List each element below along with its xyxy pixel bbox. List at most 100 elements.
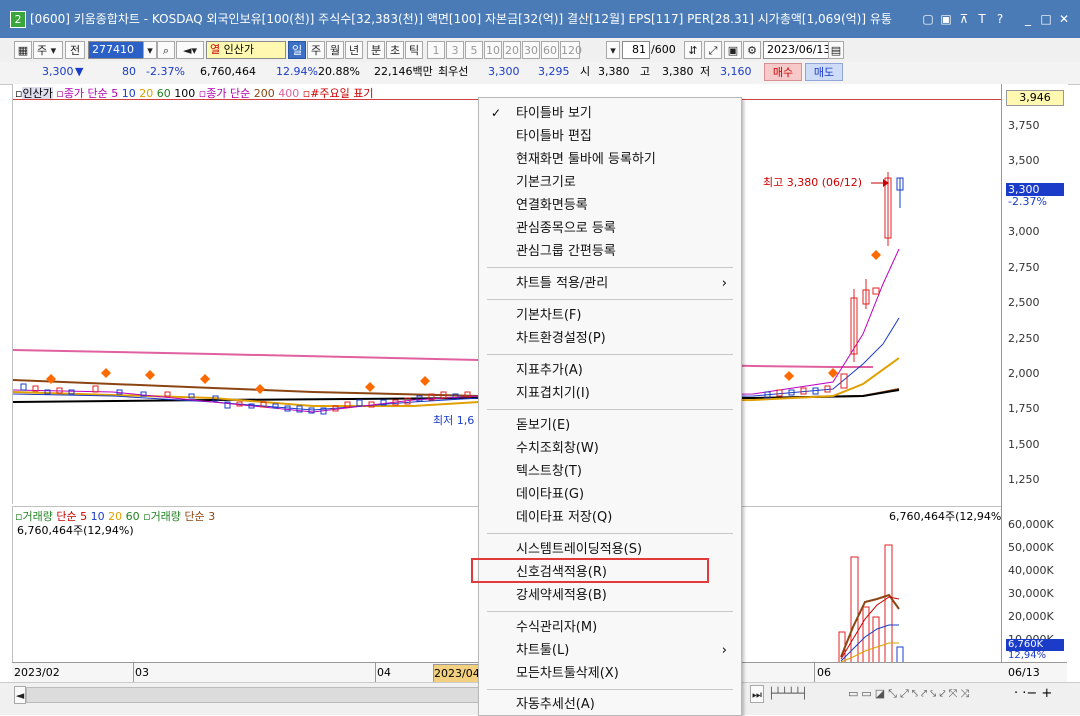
menu-item-add-indicator[interactable]: 지표추가(A) — [516, 363, 583, 379]
window-tool-icon[interactable]: ▢ — [920, 11, 936, 27]
period-day-tab[interactable]: 일 — [288, 41, 306, 59]
maximize-button[interactable]: □ — [1038, 11, 1054, 27]
period-minute-tab[interactable]: 분 — [367, 41, 385, 59]
menu-item-value-window[interactable]: 수치조회창(W) — [516, 441, 599, 457]
high-price: 3,380 — [662, 65, 694, 78]
menu-item-text-window[interactable]: 텍스트창(T) — [516, 464, 582, 480]
low-price: 3,160 — [720, 65, 752, 78]
x-label: 06/13 — [1008, 666, 1040, 679]
buy-button[interactable]: 매수 — [764, 63, 802, 81]
best-bid: 3,295 — [538, 65, 570, 78]
key-day-markers — [46, 250, 881, 394]
layout-icon[interactable]: ▦ — [14, 41, 32, 59]
sell-button[interactable]: 매도 — [805, 63, 843, 81]
calendar-icon[interactable]: ▤ — [828, 41, 844, 59]
quote-bar: 3,300 ▼ 80 -2.37% 6,760,464 12.94% 20.88… — [0, 62, 1080, 85]
interval-30[interactable]: 30 — [522, 41, 540, 59]
data-count-total: /600 — [651, 43, 676, 56]
vol-tick: 20,000K — [1008, 610, 1054, 623]
minimize-button[interactable]: _ — [1020, 11, 1036, 27]
market-select[interactable]: 주 ▾ — [33, 41, 63, 59]
scroll-left-button[interactable]: ◄ — [14, 686, 26, 704]
volume-pct-2: 20.88% — [318, 65, 360, 78]
pin-icon[interactable]: ⊼ — [956, 11, 972, 27]
period-year-tab[interactable]: 년 — [345, 41, 363, 59]
period-second-tab[interactable]: 초 — [386, 41, 404, 59]
all-button[interactable]: 전 — [65, 41, 85, 59]
help-icon[interactable]: ? — [992, 11, 1008, 27]
menu-item-register-toolbar[interactable]: 현재화면 툴바에 등록하기 — [516, 152, 656, 168]
menu-item-strength[interactable]: 강세약세적용(B) — [516, 588, 607, 604]
vol-tick: 30,000K — [1008, 587, 1054, 600]
period-month-tab[interactable]: 월 — [326, 41, 344, 59]
menu-item-add-watchlist[interactable]: 관심종목으로 등록 — [516, 221, 616, 237]
ma-5-line — [13, 248, 900, 413]
open-label: 시 — [580, 65, 591, 78]
menu-item-basic-chart[interactable]: 기본차트(F) — [516, 308, 581, 324]
code-dropdown-icon[interactable]: ▾ — [143, 41, 157, 59]
menu-item-show-titlebar[interactable]: 타이틀바 보기 — [516, 106, 592, 122]
period-tick-tab[interactable]: 틱 — [405, 41, 423, 59]
current-price: 3,300 — [42, 65, 74, 78]
sound-icon[interactable]: ◄▾ — [176, 41, 204, 59]
open-price: 3,380 — [598, 65, 630, 78]
menu-item-link-screen[interactable]: 연결화면등록 — [516, 198, 588, 214]
interval-60[interactable]: 60 — [541, 41, 559, 59]
y-tick: 2,500 — [1008, 296, 1040, 309]
y-tick: 3,000 — [1008, 225, 1040, 238]
menu-item-magnifier[interactable]: 돋보기(E) — [516, 418, 570, 434]
menu-item-auto-trendline[interactable]: 자동추세선(A) — [516, 697, 595, 713]
y-tick: 3,750 — [1008, 119, 1040, 132]
menu-item-save-data-table[interactable]: 데이타표 저장(Q) — [516, 510, 612, 526]
menu-separator — [487, 299, 733, 300]
date-input[interactable]: 2023/06/13 — [763, 41, 830, 59]
best-ask: 3,300 — [488, 65, 520, 78]
menu-item-system-trading[interactable]: 시스템트레이딩적용(S) — [516, 542, 642, 558]
font-icon[interactable]: T — [974, 11, 990, 27]
data-count-input[interactable]: 81 — [622, 41, 650, 59]
period-week-tab[interactable]: 주 — [307, 41, 325, 59]
menu-item-default-size[interactable]: 기본크기로 — [516, 175, 576, 191]
interval-5[interactable]: 5 — [465, 41, 483, 59]
save-icon[interactable]: ▣ — [724, 41, 742, 59]
code-input[interactable]: 277410 — [88, 41, 144, 59]
zoom-controls[interactable]: · ·− + — [1014, 685, 1052, 703]
x-label: 03 — [135, 666, 149, 679]
high-label: 고 — [640, 65, 651, 78]
vol-tick: 60,000K — [1008, 518, 1054, 531]
gear-icon[interactable]: ⚙ — [743, 41, 761, 59]
interval-20[interactable]: 20 — [503, 41, 521, 59]
scroll-end-button[interactable]: ⏭ — [750, 685, 764, 703]
candle-type-icon[interactable]: ⇵ — [684, 41, 702, 59]
close-button[interactable]: ✕ — [1056, 11, 1072, 27]
context-menu: ✓ 타이틀바 보기 타이틀바 편집 현재화면 툴바에 등록하기 기본크기로 연결… — [478, 97, 742, 716]
low-annotation: 최저 1,6 — [433, 414, 475, 427]
zoom-slider[interactable]: ├┴┴┴┴┤ — [768, 685, 808, 703]
interval-10[interactable]: 10 — [484, 41, 502, 59]
x-label: 04 — [377, 666, 391, 679]
menu-item-chart-settings[interactable]: 차트환경설정(P) — [516, 331, 606, 347]
interval-dropdown-icon[interactable]: ▾ — [606, 41, 620, 59]
y-tick: 3,500 — [1008, 154, 1040, 167]
search-icon[interactable]: ⌕ — [157, 41, 175, 59]
menu-item-overlay-indicator[interactable]: 지표겹치기(I) — [516, 386, 590, 402]
check-icon: ✓ — [491, 106, 502, 120]
indicator-icon[interactable]: ⤢ — [704, 41, 722, 59]
menu-item-delete-chart-tools[interactable]: 모든차트툴삭제(X) — [516, 666, 619, 682]
chart-tools[interactable]: ▭▭◪⤡⤢⤣⤤⤥⤦⤧⤨ — [848, 685, 972, 703]
menu-item-formula-manager[interactable]: 수식관리자(M) — [516, 620, 597, 636]
interval-3[interactable]: 3 — [446, 41, 464, 59]
interval-120[interactable]: 120 — [560, 41, 582, 59]
window-number-badge: 2 — [10, 11, 26, 28]
x-cursor-label: 2023/04 — [433, 664, 483, 683]
menu-item-chart-frame[interactable]: 차트틀 적용/관리 — [516, 276, 608, 292]
menu-item-data-table[interactable]: 데이타표(G) — [516, 487, 584, 503]
best-label: 최우선 — [438, 65, 469, 78]
high-annotation: 최고 3,380 (06/12) — [763, 176, 863, 189]
menu-separator — [487, 689, 733, 690]
interval-1[interactable]: 1 — [427, 41, 445, 59]
menu-item-edit-titlebar[interactable]: 타이틀바 편집 — [516, 129, 592, 145]
menu-item-quick-group[interactable]: 관심그룹 간편등록 — [516, 244, 616, 260]
menu-item-chart-tools[interactable]: 차트툴(L) — [516, 643, 569, 659]
window-layout-icon[interactable]: ▣ — [938, 11, 954, 27]
